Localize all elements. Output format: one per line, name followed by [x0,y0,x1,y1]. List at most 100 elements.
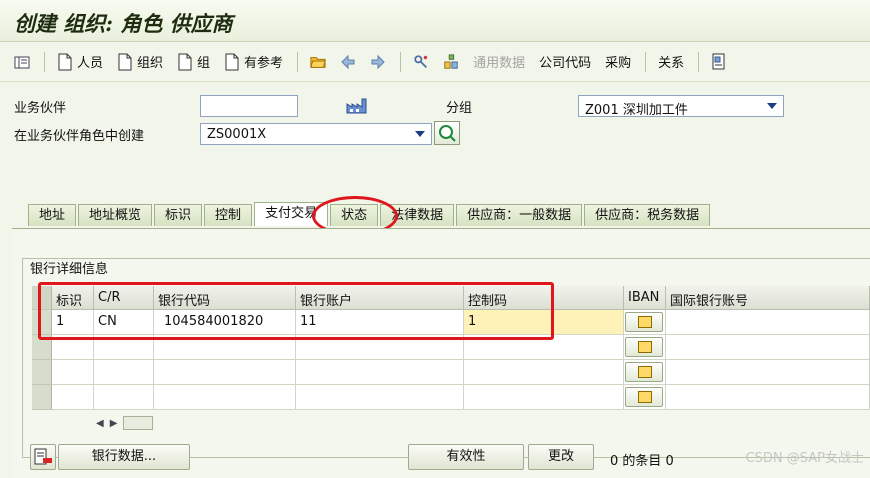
create-organization-button[interactable]: 组织 [117,52,163,71]
hierarchy-icon [444,53,458,69]
title-bar: 创建 组织: 角色 供应商 [0,0,870,42]
overview-button[interactable] [711,53,727,71]
pencil-icon [638,366,652,378]
chevron-down-icon [767,103,777,109]
company-code-button[interactable]: 公司代码 [539,52,591,71]
row-selector[interactable] [32,385,52,410]
cell-control-key[interactable] [464,360,624,385]
cell-control-key[interactable] [464,335,624,360]
col-header-cr[interactable]: C/R [94,286,154,310]
cell-iban-button-holder [624,360,666,385]
open-button[interactable] [310,53,326,71]
settings-button[interactable] [413,53,429,71]
confirm-role-button[interactable] [434,121,460,145]
cell-bank-account[interactable]: 11 [296,310,464,335]
iban-button[interactable] [625,312,663,332]
cell-cr[interactable] [94,385,154,410]
watermark: CSDN @SAP女战士 [745,451,864,466]
relations-button[interactable]: 关系 [658,52,684,71]
col-header-iban[interactable]: IBAN [624,286,666,310]
cell-control-key[interactable] [464,385,624,410]
toolbar-separator [645,51,647,72]
iban-button[interactable] [625,337,663,357]
cell-bank-account[interactable] [296,385,464,410]
table-horizontal-scrollbar[interactable]: ◀ ▶ [96,414,186,432]
group-label: 分组 [446,101,473,116]
new-document-icon [58,53,72,70]
scroll-thumb[interactable] [123,416,154,430]
cell-intl-account[interactable] [666,310,870,335]
window-title: 创建 组织: 角色 供应商 [14,11,233,36]
tab-control[interactable]: 控制 [204,204,253,226]
forward-button[interactable] [370,53,386,71]
entries-counter: 0 的条目 0 [610,454,674,469]
cell-intl-account[interactable] [666,385,870,410]
create-with-reference-button[interactable]: 有参考 [224,52,283,71]
cell-cr[interactable] [94,360,154,385]
tab-legal-data[interactable]: 法律数据 [380,204,455,226]
hierarchy-button[interactable] [443,53,459,71]
new-document-icon [178,53,192,70]
back-button[interactable] [340,53,356,71]
create-person-button[interactable]: 人员 [57,52,103,71]
role-dropdown[interactable]: ZS0001X [200,123,432,145]
row-selector[interactable] [32,360,52,385]
change-button[interactable]: 更改 [528,444,594,470]
tab-vendor-general[interactable]: 供应商：一般数据 [456,204,583,226]
tab-address-overview[interactable]: 地址概览 [78,204,153,226]
cell-bank-code[interactable]: 104584001820 [154,310,296,335]
toolbar-separator [698,51,700,72]
col-header-intl-account[interactable]: 国际银行账号 [666,286,870,310]
cell-id[interactable] [52,360,94,385]
tab-payment-transactions[interactable]: 支付交易 [254,202,329,226]
iban-button[interactable] [625,362,663,382]
cell-id[interactable] [52,335,94,360]
col-header-bank-code[interactable]: 银行代码 [154,286,296,310]
delete-row-button[interactable] [30,444,56,470]
col-header-bank-account[interactable]: 银行账户 [296,286,464,310]
group-dropdown-value: Z001 深圳加工件 [585,103,688,118]
cell-control-key[interactable]: 1 [464,310,624,335]
cell-bank-account[interactable] [296,335,464,360]
cell-bank-account[interactable] [296,360,464,385]
display-toggle-button[interactable] [14,53,30,71]
select-all-corner[interactable] [32,286,52,310]
create-with-reference-label: 有参考 [244,56,284,71]
cell-id[interactable] [52,385,94,410]
display-icon [14,56,30,68]
cell-intl-account[interactable] [666,335,870,360]
scroll-left-icon[interactable]: ◀ [96,418,104,429]
group-dropdown[interactable]: Z001 深圳加工件 [578,95,784,118]
cell-bank-code[interactable] [154,360,296,385]
cell-intl-account[interactable] [666,360,870,385]
cell-cr[interactable]: CN [94,310,154,335]
create-group-button[interactable]: 组 [177,52,210,71]
cell-bank-code[interactable] [154,385,296,410]
general-data-label: 通用数据 [473,56,526,71]
bank-data-button[interactable]: 银行数据... [58,444,190,470]
cell-bank-code[interactable] [154,335,296,360]
col-header-control-key[interactable]: 控制码 [464,286,624,310]
factory-icon[interactable] [346,98,368,118]
purchasing-button[interactable]: 采购 [605,52,631,71]
bp-input[interactable] [200,95,298,117]
cell-iban-button-holder [624,335,666,360]
bp-label: 业务伙伴 [14,101,67,116]
tab-vendor-tax[interactable]: 供应商：税务数据 [584,204,711,226]
iban-button[interactable] [625,387,663,407]
cell-cr[interactable] [94,335,154,360]
overview-icon [712,53,725,69]
tab-status[interactable]: 状态 [330,204,379,226]
validity-button[interactable]: 有效性 [408,444,524,470]
col-header-id[interactable]: 标识 [52,286,94,310]
arrow-right-icon [371,54,385,69]
row-selector[interactable] [32,335,52,360]
tools-icon [414,54,428,68]
tab-identification[interactable]: 标识 [154,204,203,226]
bank-details-title: 银行详细信息 [30,262,109,277]
relations-label: 关系 [658,56,685,71]
row-selector[interactable] [32,310,52,335]
cell-id[interactable]: 1 [52,310,94,335]
tab-address[interactable]: 地址 [28,204,77,226]
scroll-right-icon[interactable]: ▶ [110,418,118,429]
